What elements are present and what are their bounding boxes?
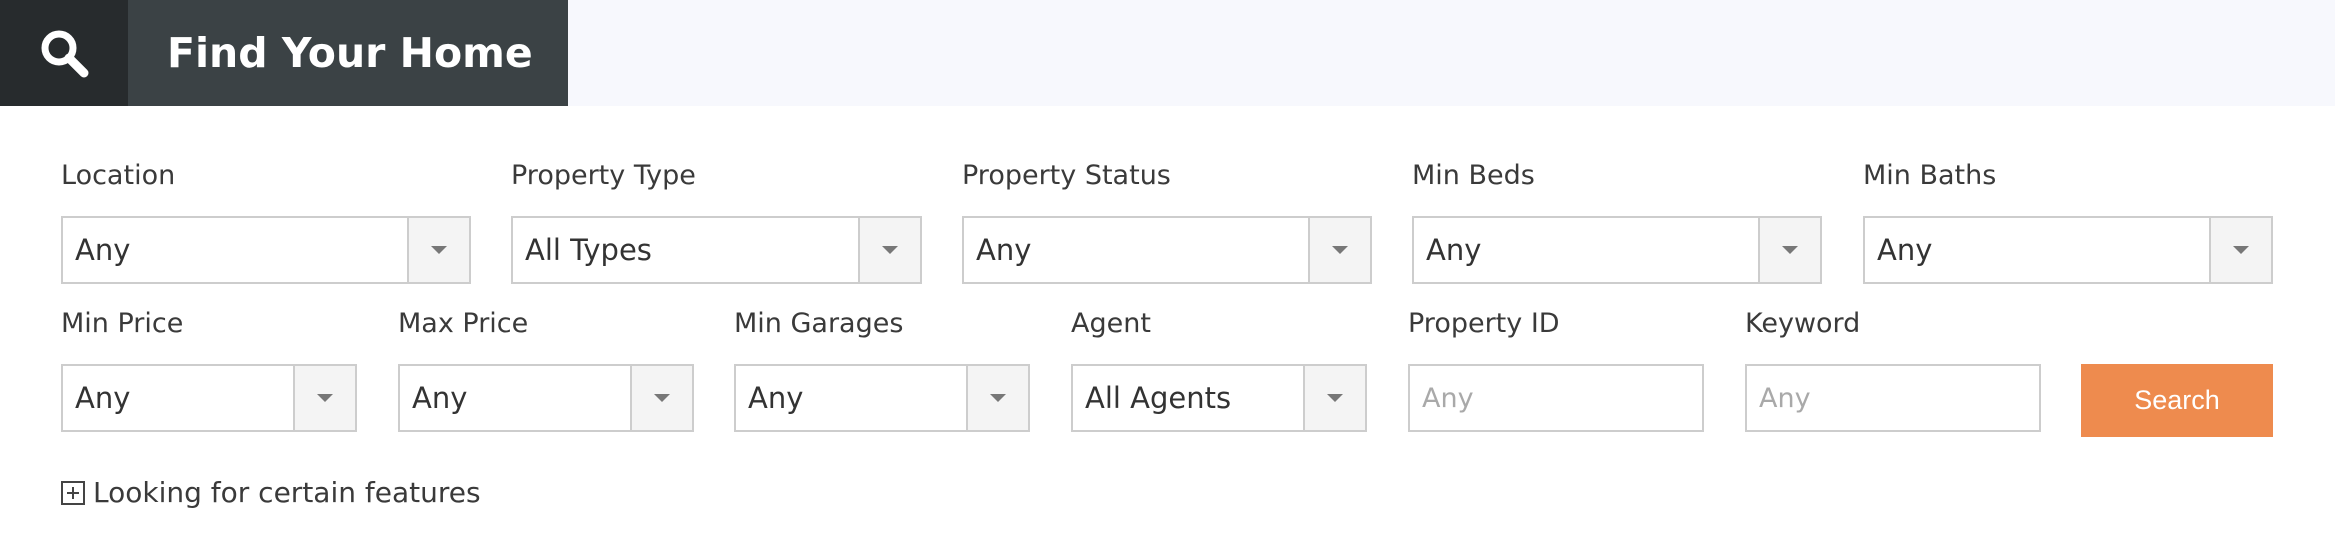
property-status-field: Property Status Any — [962, 160, 1372, 285]
search-icon — [41, 30, 89, 78]
min-price-select[interactable]: Any — [61, 364, 357, 432]
min-baths-label: Min Baths — [1863, 160, 1997, 191]
chevron-down-icon — [1332, 246, 1348, 254]
chevron-down-icon — [882, 246, 898, 254]
chevron-down-icon — [990, 394, 1006, 402]
property-id-input[interactable] — [1408, 364, 1704, 432]
agent-dropdown-toggle[interactable] — [1303, 366, 1365, 430]
min-beds-label: Min Beds — [1412, 160, 1535, 191]
page-title: Find Your Home — [167, 29, 533, 77]
chevron-down-icon — [654, 394, 670, 402]
property-status-select-value: Any — [976, 233, 1032, 267]
agent-select[interactable]: All Agents — [1071, 364, 1367, 432]
min-beds-select-value: Any — [1426, 233, 1482, 267]
location-label: Location — [61, 160, 176, 191]
property-type-dropdown-toggle[interactable] — [858, 218, 920, 282]
property-type-select-value: All Types — [525, 233, 652, 267]
keyword-field: Keyword — [1745, 308, 2041, 433]
property-id-field: Property ID — [1408, 308, 1704, 433]
property-type-select[interactable]: All Types — [511, 216, 922, 284]
min-price-dropdown-toggle[interactable] — [293, 366, 355, 430]
chevron-down-icon — [1782, 246, 1798, 254]
chevron-down-icon — [2233, 246, 2249, 254]
property-status-label: Property Status — [962, 160, 1171, 191]
min-garages-field: Min Garages Any — [734, 308, 1030, 433]
search-button[interactable]: Search — [2081, 364, 2273, 437]
agent-label: Agent — [1071, 308, 1151, 339]
agent-select-value: All Agents — [1085, 381, 1232, 415]
min-garages-select[interactable]: Any — [734, 364, 1030, 432]
chevron-down-icon — [317, 394, 333, 402]
chevron-down-icon — [1327, 394, 1343, 402]
max-price-select-value: Any — [412, 381, 468, 415]
max-price-select[interactable]: Any — [398, 364, 694, 432]
search-tab-icon-box — [0, 0, 128, 106]
min-beds-select[interactable]: Any — [1412, 216, 1822, 284]
property-type-field: Property Type All Types — [511, 160, 922, 285]
location-field: Location Any — [61, 160, 471, 285]
header-title-box: Find Your Home — [128, 0, 568, 106]
location-select[interactable]: Any — [61, 216, 471, 284]
min-garages-label: Min Garages — [734, 308, 904, 339]
keyword-input[interactable] — [1745, 364, 2041, 432]
min-price-field: Min Price Any — [61, 308, 357, 433]
min-baths-field: Min Baths Any — [1863, 160, 2273, 285]
min-price-label: Min Price — [61, 308, 184, 339]
search-form-page: Find Your Home Location Any Property Typ… — [0, 0, 2335, 552]
min-baths-dropdown-toggle[interactable] — [2209, 218, 2271, 282]
min-price-select-value: Any — [75, 381, 131, 415]
max-price-dropdown-toggle[interactable] — [630, 366, 692, 430]
features-toggle[interactable]: Looking for certain features — [61, 476, 481, 509]
property-status-dropdown-toggle[interactable] — [1308, 218, 1370, 282]
min-garages-select-value: Any — [748, 381, 804, 415]
location-dropdown-toggle[interactable] — [407, 218, 469, 282]
min-baths-select[interactable]: Any — [1863, 216, 2273, 284]
features-toggle-label: Looking for certain features — [93, 476, 481, 509]
keyword-label: Keyword — [1745, 308, 1861, 339]
min-baths-select-value: Any — [1877, 233, 1933, 267]
property-id-label: Property ID — [1408, 308, 1560, 339]
location-select-value: Any — [75, 233, 131, 267]
min-beds-field: Min Beds Any — [1412, 160, 1822, 285]
chevron-down-icon — [431, 246, 447, 254]
min-garages-dropdown-toggle[interactable] — [966, 366, 1028, 430]
agent-field: Agent All Agents — [1071, 308, 1367, 433]
property-type-label: Property Type — [511, 160, 696, 191]
max-price-label: Max Price — [398, 308, 529, 339]
max-price-field: Max Price Any — [398, 308, 694, 433]
property-status-select[interactable]: Any — [962, 216, 1372, 284]
header-bar: Find Your Home — [0, 0, 2335, 106]
min-beds-dropdown-toggle[interactable] — [1758, 218, 1820, 282]
plus-square-icon — [61, 480, 85, 505]
